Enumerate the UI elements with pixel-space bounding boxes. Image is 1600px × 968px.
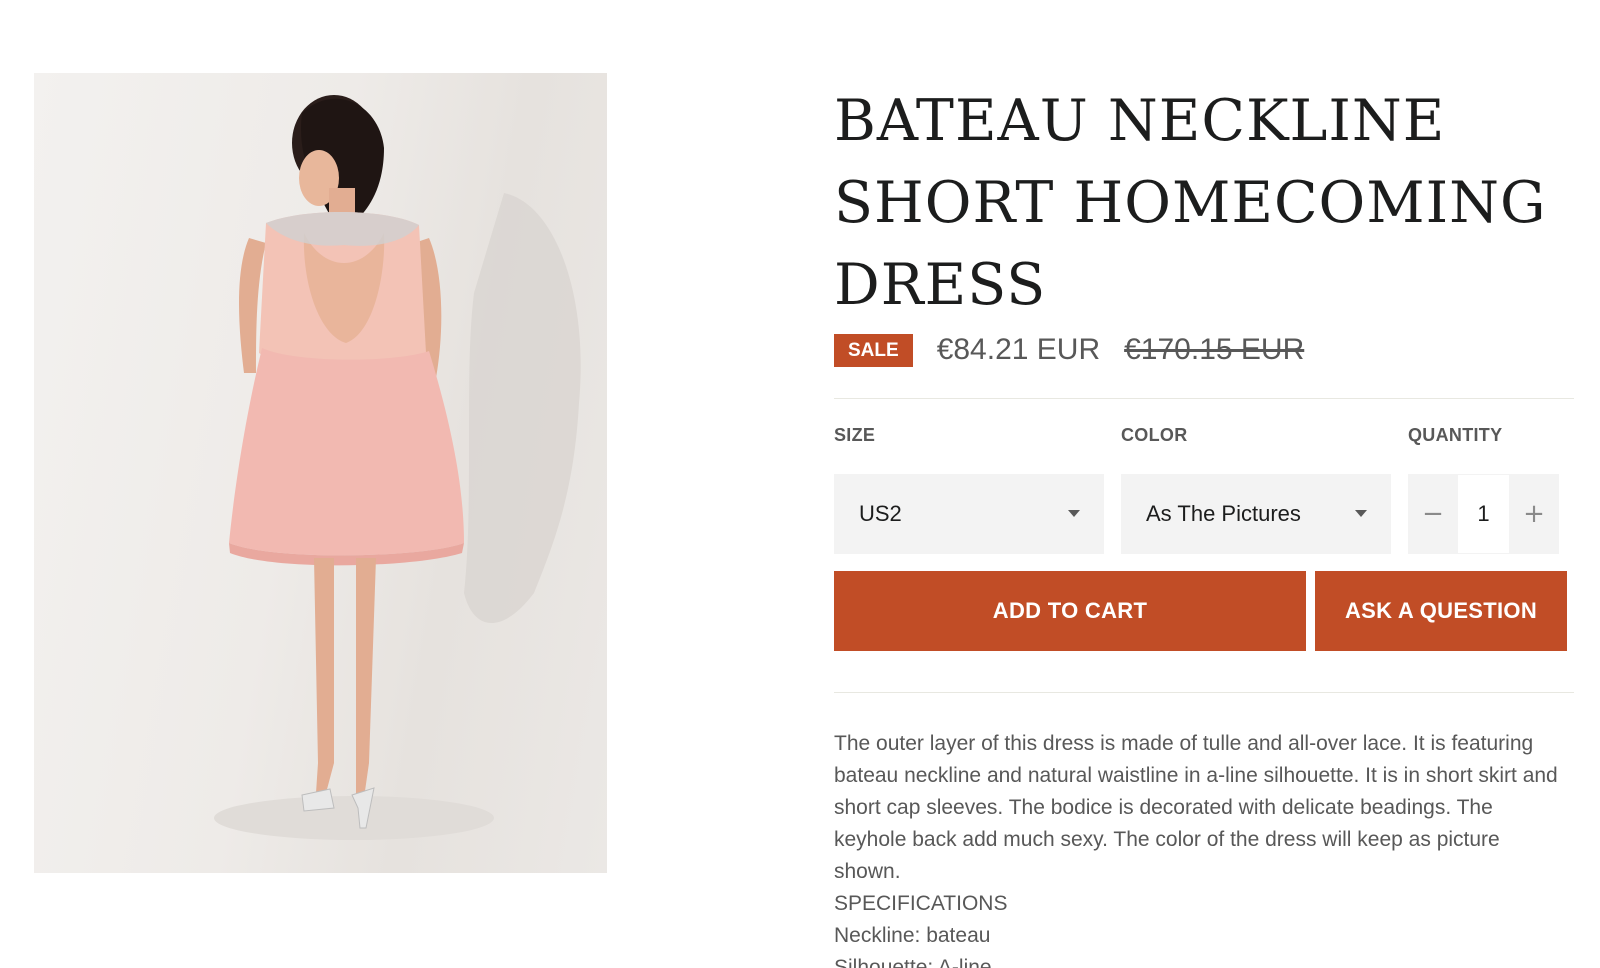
sale-price: €84.21 EUR — [936, 333, 1101, 366]
size-select-value: US2 — [859, 501, 902, 526]
product-info: BATEAU NECKLINE SHORT HOMECOMING DRESS S… — [834, 80, 1574, 968]
compare-price: €170.15 EUR — [1124, 333, 1305, 366]
product-title: BATEAU NECKLINE SHORT HOMECOMING DRESS — [834, 88, 1547, 318]
spec-neckline: Neckline: bateau — [834, 924, 991, 947]
plus-icon[interactable]: + — [1509, 474, 1559, 554]
size-select[interactable]: US2 — [834, 474, 1104, 554]
sale-badge: SALE — [834, 333, 913, 367]
chevron-down-icon — [1355, 510, 1367, 517]
quantity-stepper: − 1 + — [1408, 474, 1559, 554]
product-page: BATEAU NECKLINE SHORT HOMECOMING DRESS S… — [0, 0, 1600, 968]
divider — [834, 398, 1574, 399]
quantity-label: QUANTITY — [1408, 425, 1503, 445]
product-description: The outer layer of this dress is made of… — [834, 728, 1564, 968]
minus-icon[interactable]: − — [1408, 474, 1458, 554]
divider — [834, 692, 1574, 693]
ask-question-button[interactable]: ASK A QUESTION — [1315, 571, 1567, 651]
color-label: COLOR — [1121, 425, 1188, 445]
color-select-value: As The Pictures — [1146, 501, 1301, 526]
product-image[interactable] — [34, 73, 607, 873]
spec-silhouette: Silhouette: A-line — [834, 956, 992, 968]
description-paragraph: The outer layer of this dress is made of… — [834, 732, 1558, 883]
dress-illustration — [214, 95, 581, 840]
add-to-cart-button[interactable]: ADD TO CART — [834, 571, 1306, 651]
quantity-input[interactable]: 1 — [1458, 474, 1509, 554]
color-select[interactable]: As The Pictures — [1121, 474, 1391, 554]
size-label: SIZE — [834, 425, 876, 445]
spec-heading: SPECIFICATIONS — [834, 892, 1008, 915]
price-row: SALE €84.21 EUR €170.15 EUR — [834, 330, 1304, 370]
chevron-down-icon — [1068, 510, 1080, 517]
